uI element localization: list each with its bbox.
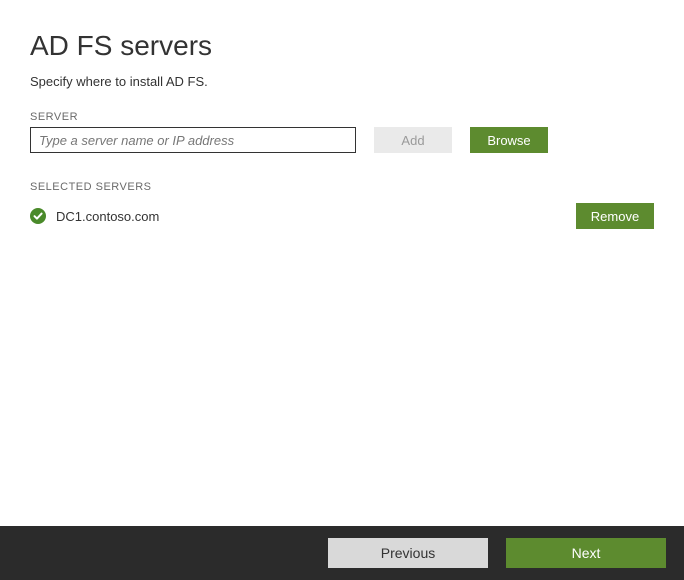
selected-server-item: DC1.contoso.com Remove xyxy=(30,203,654,229)
browse-button[interactable]: Browse xyxy=(470,127,548,153)
check-circle-icon xyxy=(30,208,46,224)
wizard-footer: Previous Next xyxy=(0,526,684,580)
selected-servers-list: DC1.contoso.com Remove xyxy=(30,203,654,229)
server-input-row: Add Browse xyxy=(30,127,654,153)
server-input[interactable] xyxy=(30,127,356,153)
add-button: Add xyxy=(374,127,452,153)
server-label: SERVER xyxy=(30,111,654,123)
page-title: AD FS servers xyxy=(30,30,654,62)
page-subtitle: Specify where to install AD FS. xyxy=(30,74,654,89)
selected-servers-label: SELECTED SERVERS xyxy=(30,181,654,193)
selected-server-name: DC1.contoso.com xyxy=(56,209,159,224)
next-button[interactable]: Next xyxy=(506,538,666,568)
previous-button[interactable]: Previous xyxy=(328,538,488,568)
remove-button[interactable]: Remove xyxy=(576,203,654,229)
